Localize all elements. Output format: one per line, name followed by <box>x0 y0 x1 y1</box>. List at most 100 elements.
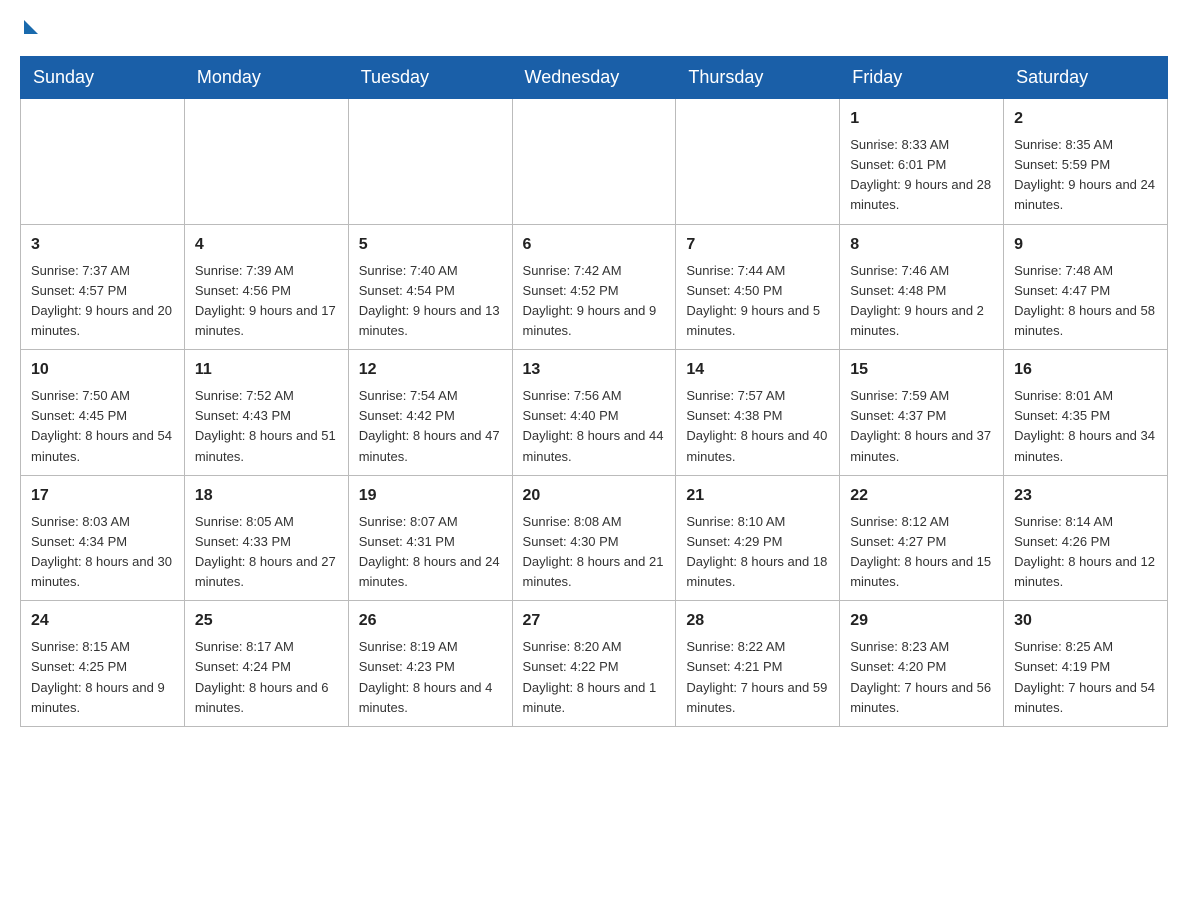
calendar-cell: 24 Sunrise: 8:15 AM Sunset: 4:25 PM Dayli… <box>21 601 185 727</box>
day-info: Sunrise: 8:25 AM Sunset: 4:19 PM Dayligh… <box>1014 637 1157 718</box>
calendar-cell: 28 Sunrise: 8:22 AM Sunset: 4:21 PM Dayli… <box>676 601 840 727</box>
day-info: Sunrise: 8:20 AM Sunset: 4:22 PM Dayligh… <box>523 637 666 718</box>
calendar-cell: 26Sunrise: 8:19 AM Sunset: 4:23 PM Dayli… <box>348 601 512 727</box>
calendar-cell: 4 Sunrise: 7:39 AM Sunset: 4:56 PM Daylig… <box>184 224 348 350</box>
calendar-week-row: 17 Sunrise: 8:03 AM Sunset: 4:34 PM Dayli… <box>21 475 1168 601</box>
day-info: Sunrise: 7:59 AM Sunset: 4:37 PM Dayligh… <box>850 386 993 467</box>
day-info: Sunrise: 7:39 AM Sunset: 4:56 PM Dayligh… <box>195 261 338 342</box>
day-number: 20 <box>523 484 666 508</box>
day-number: 22 <box>850 484 993 508</box>
day-info: Sunrise: 8:23 AM Sunset: 4:20 PM Dayligh… <box>850 637 993 718</box>
day-number: 19 <box>359 484 502 508</box>
day-number: 23 <box>1014 484 1157 508</box>
calendar-cell: 5 Sunrise: 7:40 AM Sunset: 4:54 PM Daylig… <box>348 224 512 350</box>
day-info: Sunrise: 8:10 AM Sunset: 4:29 PM Dayligh… <box>686 512 829 593</box>
weekday-header-row: SundayMondayTuesdayWednesdayThursdayFrid… <box>21 57 1168 99</box>
calendar-cell: 25 Sunrise: 8:17 AM Sunset: 4:24 PM Dayli… <box>184 601 348 727</box>
day-info: Sunrise: 8:01 AM Sunset: 4:35 PM Dayligh… <box>1014 386 1157 467</box>
day-number: 6 <box>523 233 666 257</box>
calendar-cell: 1 Sunrise: 8:33 AM Sunset: 6:01 PM Daylig… <box>840 99 1004 225</box>
calendar-week-row: 10 Sunrise: 7:50 AM Sunset: 4:45 PM Dayli… <box>21 350 1168 476</box>
day-number: 18 <box>195 484 338 508</box>
day-info: Sunrise: 8:14 AM Sunset: 4:26 PM Dayligh… <box>1014 512 1157 593</box>
day-number: 21 <box>686 484 829 508</box>
calendar-cell: 17 Sunrise: 8:03 AM Sunset: 4:34 PM Dayli… <box>21 475 185 601</box>
weekday-header-monday: Monday <box>184 57 348 99</box>
day-number: 3 <box>31 233 174 257</box>
day-info: Sunrise: 7:48 AM Sunset: 4:47 PM Dayligh… <box>1014 261 1157 342</box>
calendar-cell: 29 Sunrise: 8:23 AM Sunset: 4:20 PM Dayli… <box>840 601 1004 727</box>
day-info: Sunrise: 7:42 AM Sunset: 4:52 PM Dayligh… <box>523 261 666 342</box>
calendar-cell: 10 Sunrise: 7:50 AM Sunset: 4:45 PM Dayli… <box>21 350 185 476</box>
calendar-cell <box>348 99 512 225</box>
day-number: 17 <box>31 484 174 508</box>
calendar-cell: 21 Sunrise: 8:10 AM Sunset: 4:29 PM Dayli… <box>676 475 840 601</box>
calendar-cell <box>512 99 676 225</box>
calendar-cell: 14Sunrise: 7:57 AM Sunset: 4:38 PM Dayli… <box>676 350 840 476</box>
day-info: Sunrise: 8:33 AM Sunset: 6:01 PM Dayligh… <box>850 135 993 216</box>
day-info: Sunrise: 7:46 AM Sunset: 4:48 PM Dayligh… <box>850 261 993 342</box>
day-number: 12 <box>359 358 502 382</box>
day-info: Sunrise: 8:22 AM Sunset: 4:21 PM Dayligh… <box>686 637 829 718</box>
calendar-cell: 15 Sunrise: 7:59 AM Sunset: 4:37 PM Dayli… <box>840 350 1004 476</box>
calendar-cell: 23 Sunrise: 8:14 AM Sunset: 4:26 PM Dayli… <box>1004 475 1168 601</box>
calendar-cell: 7Sunrise: 7:44 AM Sunset: 4:50 PM Daylig… <box>676 224 840 350</box>
calendar-cell: 19 Sunrise: 8:07 AM Sunset: 4:31 PM Dayli… <box>348 475 512 601</box>
day-number: 28 <box>686 609 829 633</box>
logo-blue-text <box>20 20 38 36</box>
calendar-cell <box>184 99 348 225</box>
calendar-cell: 6 Sunrise: 7:42 AM Sunset: 4:52 PM Daylig… <box>512 224 676 350</box>
calendar-cell: 30 Sunrise: 8:25 AM Sunset: 4:19 PM Dayli… <box>1004 601 1168 727</box>
calendar-cell: 13 Sunrise: 7:56 AM Sunset: 4:40 PM Dayli… <box>512 350 676 476</box>
calendar-cell: 8Sunrise: 7:46 AM Sunset: 4:48 PM Daylig… <box>840 224 1004 350</box>
calendar-cell <box>676 99 840 225</box>
calendar-cell: 12 Sunrise: 7:54 AM Sunset: 4:42 PM Dayli… <box>348 350 512 476</box>
calendar-week-row: 1 Sunrise: 8:33 AM Sunset: 6:01 PM Daylig… <box>21 99 1168 225</box>
day-number: 1 <box>850 107 993 131</box>
calendar-cell <box>21 99 185 225</box>
day-number: 14 <box>686 358 829 382</box>
logo-triangle-icon <box>24 20 38 34</box>
weekday-header-sunday: Sunday <box>21 57 185 99</box>
day-number: 27 <box>523 609 666 633</box>
day-number: 16 <box>1014 358 1157 382</box>
calendar-cell: 2 Sunrise: 8:35 AM Sunset: 5:59 PM Daylig… <box>1004 99 1168 225</box>
day-number: 15 <box>850 358 993 382</box>
logo <box>20 20 38 36</box>
day-number: 24 <box>31 609 174 633</box>
day-number: 7 <box>686 233 829 257</box>
calendar-cell: 22 Sunrise: 8:12 AM Sunset: 4:27 PM Dayli… <box>840 475 1004 601</box>
day-info: Sunrise: 8:07 AM Sunset: 4:31 PM Dayligh… <box>359 512 502 593</box>
day-info: Sunrise: 7:50 AM Sunset: 4:45 PM Dayligh… <box>31 386 174 467</box>
day-info: Sunrise: 8:15 AM Sunset: 4:25 PM Dayligh… <box>31 637 174 718</box>
day-info: Sunrise: 8:12 AM Sunset: 4:27 PM Dayligh… <box>850 512 993 593</box>
calendar-cell: 18 Sunrise: 8:05 AM Sunset: 4:33 PM Dayli… <box>184 475 348 601</box>
day-number: 29 <box>850 609 993 633</box>
day-info: Sunrise: 7:56 AM Sunset: 4:40 PM Dayligh… <box>523 386 666 467</box>
day-info: Sunrise: 8:05 AM Sunset: 4:33 PM Dayligh… <box>195 512 338 593</box>
day-info: Sunrise: 8:35 AM Sunset: 5:59 PM Dayligh… <box>1014 135 1157 216</box>
day-number: 25 <box>195 609 338 633</box>
day-info: Sunrise: 8:03 AM Sunset: 4:34 PM Dayligh… <box>31 512 174 593</box>
day-info: Sunrise: 8:08 AM Sunset: 4:30 PM Dayligh… <box>523 512 666 593</box>
weekday-header-friday: Friday <box>840 57 1004 99</box>
page-header <box>20 20 1168 36</box>
day-info: Sunrise: 7:54 AM Sunset: 4:42 PM Dayligh… <box>359 386 502 467</box>
day-number: 30 <box>1014 609 1157 633</box>
day-number: 5 <box>359 233 502 257</box>
calendar-table: SundayMondayTuesdayWednesdayThursdayFrid… <box>20 56 1168 727</box>
day-number: 10 <box>31 358 174 382</box>
day-number: 26 <box>359 609 502 633</box>
day-info: Sunrise: 7:52 AM Sunset: 4:43 PM Dayligh… <box>195 386 338 467</box>
calendar-week-row: 24 Sunrise: 8:15 AM Sunset: 4:25 PM Dayli… <box>21 601 1168 727</box>
day-info: Sunrise: 7:37 AM Sunset: 4:57 PM Dayligh… <box>31 261 174 342</box>
calendar-cell: 27 Sunrise: 8:20 AM Sunset: 4:22 PM Dayli… <box>512 601 676 727</box>
day-number: 4 <box>195 233 338 257</box>
weekday-header-wednesday: Wednesday <box>512 57 676 99</box>
calendar-week-row: 3 Sunrise: 7:37 AM Sunset: 4:57 PM Daylig… <box>21 224 1168 350</box>
day-info: Sunrise: 8:17 AM Sunset: 4:24 PM Dayligh… <box>195 637 338 718</box>
day-number: 2 <box>1014 107 1157 131</box>
day-number: 13 <box>523 358 666 382</box>
calendar-cell: 9Sunrise: 7:48 AM Sunset: 4:47 PM Daylig… <box>1004 224 1168 350</box>
day-info: Sunrise: 7:40 AM Sunset: 4:54 PM Dayligh… <box>359 261 502 342</box>
